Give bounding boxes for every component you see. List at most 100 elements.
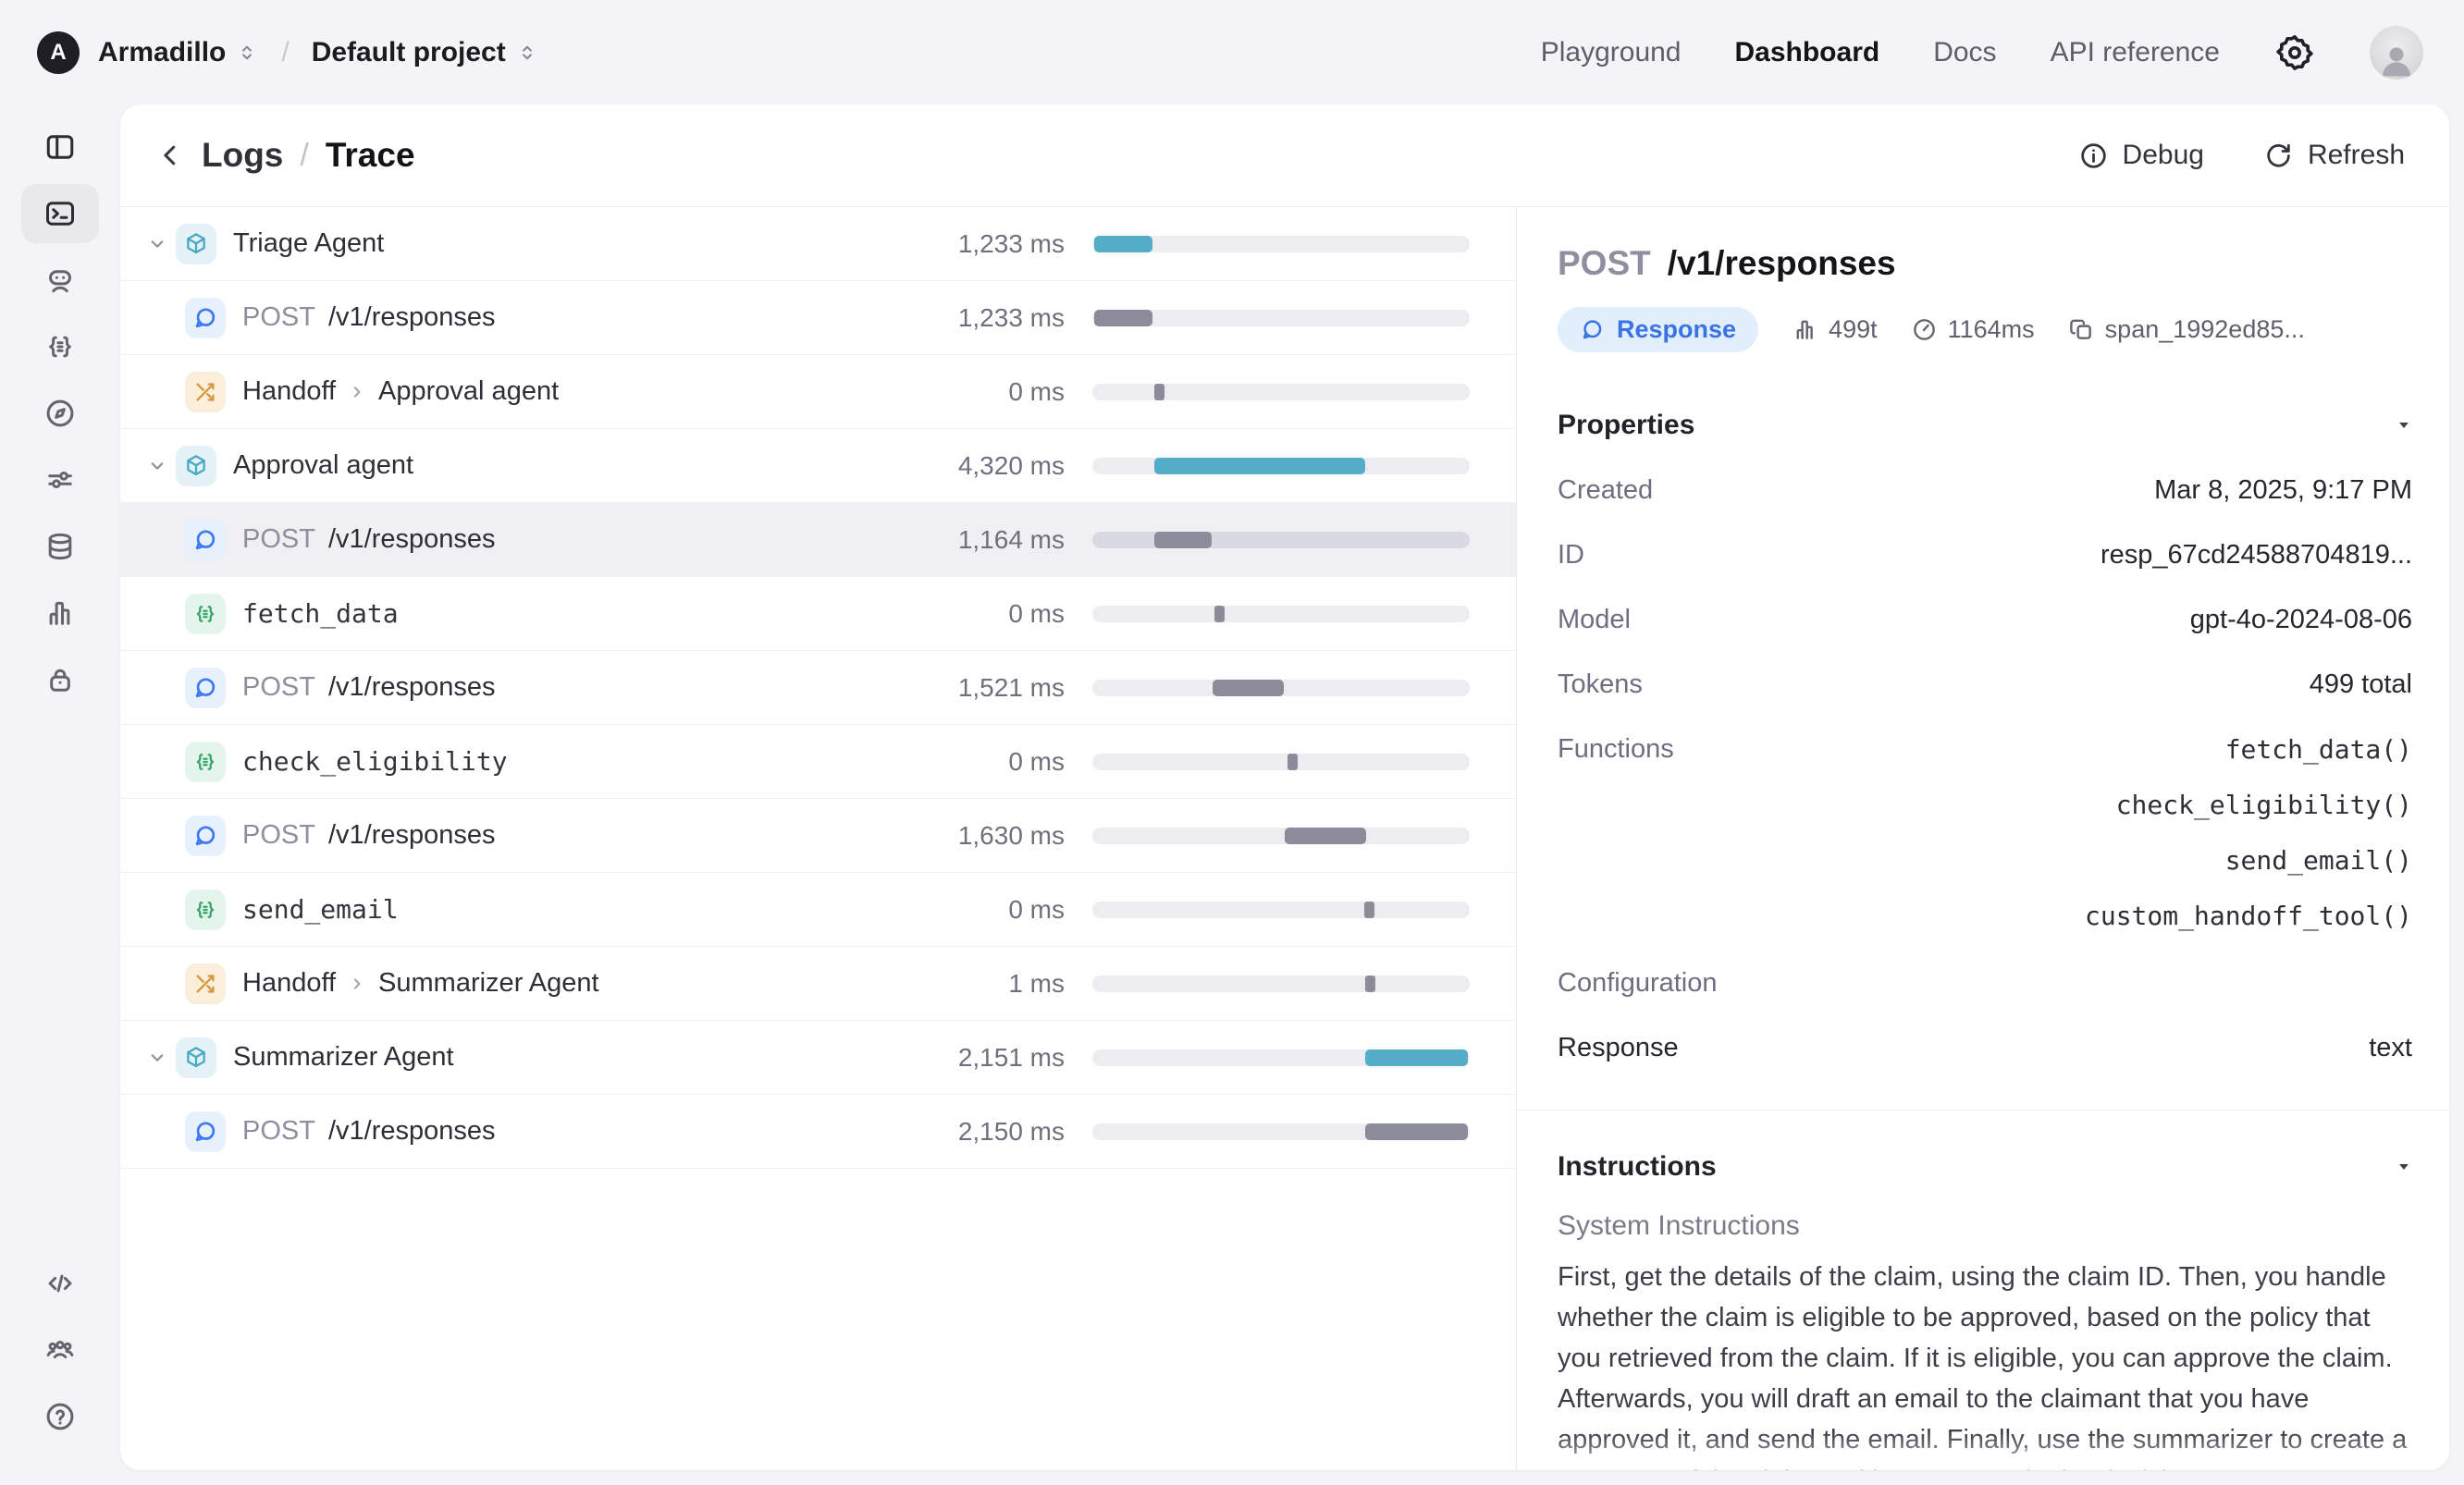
span-label: POST/v1/responses [242, 1116, 496, 1147]
cube-icon [183, 453, 209, 479]
trace-row-left: Triage Agent [146, 223, 907, 264]
timeline-bar [1094, 309, 1153, 326]
span-method: POST [242, 302, 315, 332]
chat-bubble-icon [185, 667, 226, 708]
trace-row-span[interactable]: POST/v1/responses 1,521 ms [120, 651, 1516, 725]
property-row-functions: Functions fetch_data() check_eligibility()… [1558, 734, 2412, 931]
org-selector[interactable]: Armadillo [98, 37, 259, 68]
sidebar-item-assistants[interactable] [21, 251, 99, 310]
function-label: send_email [242, 894, 399, 925]
instructions-header[interactable]: Instructions [1558, 1151, 2412, 1183]
span-method: POST [242, 1116, 315, 1146]
agent-label: Summarizer Agent [233, 1042, 454, 1072]
timeline-bar [1153, 457, 1365, 474]
breadcrumb: A Armadillo / Default project [37, 31, 539, 74]
function-value: custom_handoff_tool() [2084, 901, 2412, 931]
refresh-button[interactable]: Refresh [2263, 140, 2405, 171]
chat-bubble-icon [192, 527, 218, 553]
sidebar-item-api-keys[interactable] [21, 650, 99, 709]
span-label: POST/v1/responses [242, 672, 496, 703]
function-label: fetch_data [242, 598, 399, 629]
trace-row-left: POST/v1/responses [146, 519, 907, 560]
user-avatar[interactable] [2370, 25, 2423, 80]
property-row: ID resp_67cd24588704819... [1558, 540, 2412, 571]
chevron-down-icon[interactable] [146, 233, 168, 255]
chat-bubble-icon [1580, 317, 1605, 342]
span-id-badge[interactable]: span_1992ed85... [2068, 315, 2305, 344]
nav-link-docs[interactable]: Docs [1933, 37, 1996, 68]
trace-row-left: Approval agent [146, 445, 907, 486]
back-chevron-icon[interactable] [155, 141, 185, 170]
nav-link-dashboard[interactable]: Dashboard [1735, 37, 1880, 68]
trace-row-span[interactable]: POST/v1/responses 2,150 ms [120, 1095, 1516, 1169]
copy-icon [2068, 316, 2095, 343]
trace-row-agent[interactable]: Approval agent 4,320 ms [120, 429, 1516, 503]
trace-row-agent[interactable]: Triage Agent 1,233 ms [120, 207, 1516, 281]
gear-icon[interactable] [2273, 31, 2316, 74]
trace-row-agent[interactable]: Summarizer Agent 2,151 ms [120, 1021, 1516, 1095]
span-method: POST [242, 672, 315, 702]
trace-row-span[interactable]: POST/v1/responses 1,233 ms [120, 281, 1516, 355]
trace-row-span[interactable]: POST/v1/responses 1,630 ms [120, 799, 1516, 873]
timeline-track [1092, 235, 1470, 252]
trace-row-handoff[interactable]: Handoff Summarizer Agent 1 ms [120, 947, 1516, 1021]
trace-row-fn[interactable]: send_email 0 ms [120, 873, 1516, 947]
top-navigation-bar: A Armadillo / Default project Playground… [0, 0, 2464, 104]
trace-row-fn[interactable]: check_eligibility 0 ms [120, 725, 1516, 799]
sidebar-item-fine-tuning[interactable] [21, 450, 99, 509]
debug-label: Debug [2122, 140, 2204, 170]
debug-button[interactable]: Debug [2078, 140, 2204, 171]
properties-header[interactable]: Properties [1558, 410, 2412, 441]
property-label: Tokens [1558, 669, 1643, 699]
lock-icon [43, 663, 77, 696]
chevron-right-icon [347, 974, 367, 994]
span-label: POST/v1/responses [242, 302, 496, 333]
latency-badge: 1164ms [1911, 315, 2035, 344]
refresh-label: Refresh [2307, 140, 2405, 170]
timeline-track [1092, 457, 1470, 474]
configuration-value: text [2369, 1033, 2412, 1062]
sidebar-item-community[interactable] [21, 1320, 99, 1380]
shuffle-icon [192, 379, 218, 405]
sidebar-item-panel-toggle[interactable] [21, 117, 99, 177]
sidebar-item-threads[interactable] [21, 317, 99, 376]
chat-bubble-icon [185, 519, 226, 560]
timeline-track [1092, 901, 1470, 918]
span-label: POST/v1/responses [242, 820, 496, 851]
refresh-icon [2263, 141, 2294, 171]
timeline-track [1092, 827, 1470, 844]
chevron-down-icon[interactable] [146, 1047, 168, 1069]
handoff-icon [185, 371, 226, 412]
nav-link-playground[interactable]: Playground [1541, 37, 1682, 68]
sidebar-item-logs[interactable] [21, 184, 99, 243]
timeline-track [1092, 531, 1470, 548]
trace-row-handoff[interactable]: Handoff Approval agent 0 ms [120, 355, 1516, 429]
sidebar-item-code-examples[interactable] [21, 1254, 99, 1313]
trace-row-fn[interactable]: fetch_data 0 ms [120, 577, 1516, 651]
span-label: POST/v1/responses [242, 524, 496, 555]
sidebar-item-help[interactable] [21, 1387, 99, 1446]
handoff-target: Summarizer Agent [378, 968, 599, 998]
breadcrumb-logs-link[interactable]: Logs [202, 136, 283, 175]
span-title: POST /v1/responses [1558, 244, 2412, 283]
duration-label: 2,150 ms [957, 1116, 1065, 1146]
trace-row-left: POST/v1/responses [146, 1111, 907, 1152]
org-avatar: A [37, 31, 80, 74]
nav-link-api-reference[interactable]: API reference [2051, 37, 2220, 68]
project-selector[interactable]: Default project [312, 37, 539, 68]
duration-label: 0 ms [1008, 746, 1065, 776]
span-path: /v1/responses [327, 820, 496, 850]
agent-icon [176, 1037, 216, 1078]
trace-row-span[interactable]: POST/v1/responses 1,164 ms [120, 503, 1516, 577]
timeline-track [1092, 1049, 1470, 1066]
trace-row-left: Handoff Approval agent [146, 371, 907, 412]
left-sidebar [0, 104, 120, 1485]
duration-label: 1 ms [1008, 968, 1065, 998]
function-icon [192, 749, 218, 775]
sidebar-item-explore[interactable] [21, 384, 99, 443]
sidebar-item-usage[interactable] [21, 583, 99, 643]
timeline-track [1092, 975, 1470, 992]
span-badges: Response 499t 1164ms span_1992ed85... [1558, 307, 2412, 352]
chevron-down-icon[interactable] [146, 455, 168, 477]
sidebar-item-storage[interactable] [21, 517, 99, 576]
